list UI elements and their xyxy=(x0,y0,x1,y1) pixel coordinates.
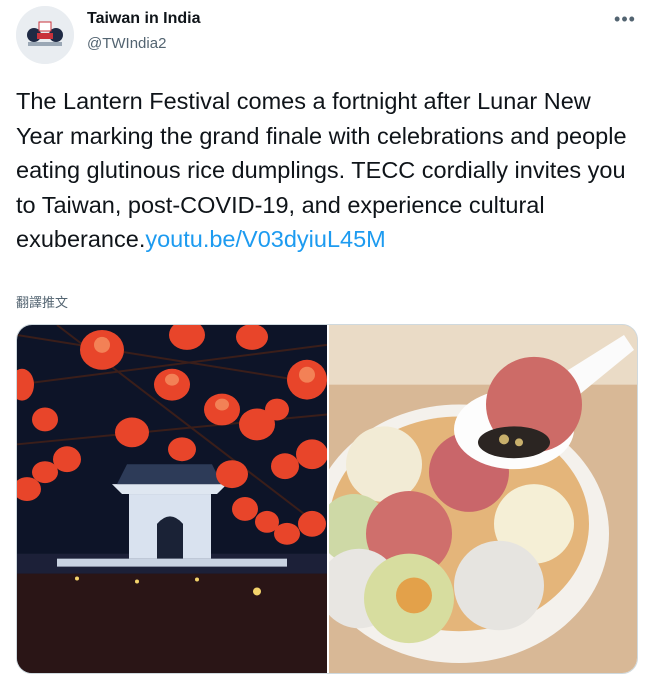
rice-dumpling-soup-photo[interactable] xyxy=(329,325,637,673)
tweet-media[interactable] xyxy=(16,324,638,674)
taiwan-bears-avatar-icon xyxy=(16,6,74,64)
avatar[interactable] xyxy=(16,6,74,64)
tweet-header: Taiwan in India @TWIndia2 ••• xyxy=(16,6,637,64)
tweet-link[interactable]: youtu.be/V03dyiuL45M xyxy=(145,226,385,252)
more-options-icon[interactable]: ••• xyxy=(613,10,637,34)
lantern-festival-photo[interactable] xyxy=(17,325,327,673)
author-display-name[interactable]: Taiwan in India xyxy=(87,10,201,28)
tweet-text: The Lantern Festival comes a fortnight a… xyxy=(16,84,631,257)
translate-tweet-link[interactable]: 翻譯推文 xyxy=(16,292,68,311)
author-handle[interactable]: @TWIndia2 xyxy=(87,35,166,52)
